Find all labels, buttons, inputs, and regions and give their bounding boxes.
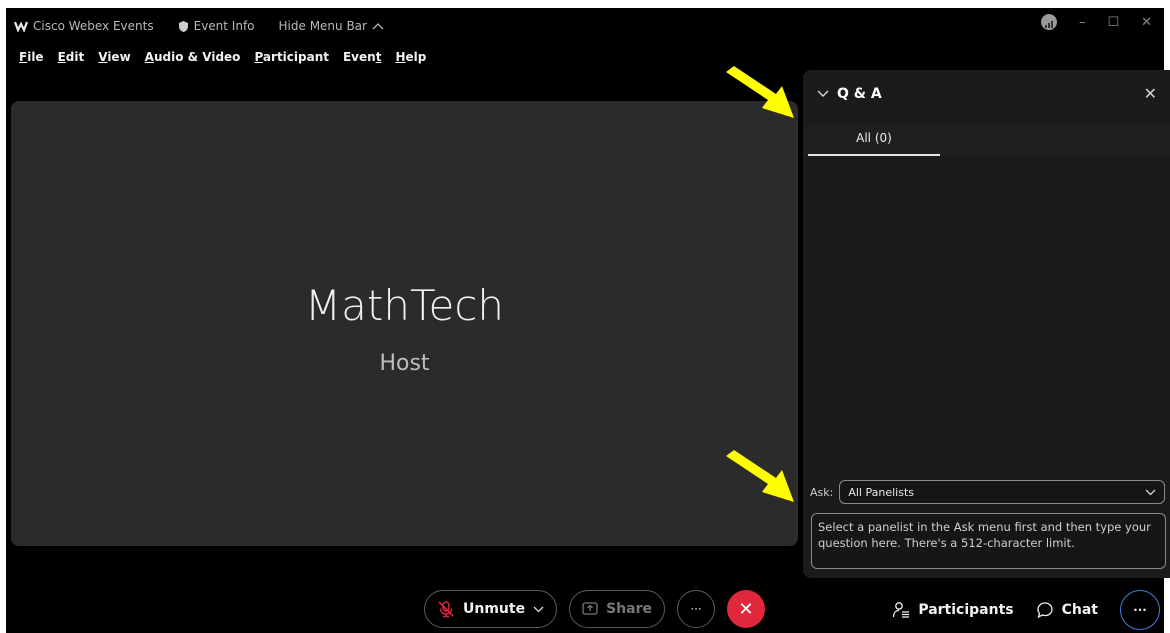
- participants-icon: [893, 602, 910, 618]
- menu-file[interactable]: File: [19, 50, 44, 64]
- menu-audio-video[interactable]: Audio & Video: [145, 50, 241, 64]
- presenter-name: MathTech: [304, 281, 505, 330]
- participants-button[interactable]: Participants: [892, 601, 1014, 619]
- qa-title: Q & A: [837, 86, 882, 102]
- chevron-down-icon[interactable]: [533, 606, 544, 613]
- chevron-down-icon: [817, 90, 829, 97]
- event-info-label: Event Info: [193, 19, 255, 33]
- ask-label: Ask:: [810, 485, 834, 499]
- menu-bar: File Edit View Audio & Video Participant…: [19, 50, 426, 64]
- panel-controls: Participants Chat ···: [892, 590, 1160, 630]
- share-label: Share: [606, 601, 652, 617]
- menu-participant[interactable]: Participant: [254, 50, 329, 64]
- maximize-button[interactable]: ☐: [1107, 15, 1119, 30]
- chat-button[interactable]: Chat: [1036, 601, 1098, 619]
- participants-label: Participants: [918, 602, 1014, 618]
- app-name: Cisco Webex Events: [33, 19, 154, 33]
- menu-view[interactable]: View: [98, 50, 130, 64]
- hide-menu-bar-label: Hide Menu Bar: [278, 19, 367, 33]
- chat-bubble-icon: [1036, 602, 1053, 619]
- ask-row: Ask: All Panelists: [810, 480, 1165, 504]
- network-stats-icon[interactable]: [1040, 14, 1057, 30]
- chevron-up-icon: [372, 23, 384, 30]
- leave-meeting-button[interactable]: ✕: [726, 590, 765, 628]
- menu-edit[interactable]: Edit: [58, 50, 85, 64]
- minimize-button[interactable]: –: [1079, 15, 1086, 30]
- more-options-button[interactable]: ···: [676, 590, 715, 628]
- muted-microphone-icon: [438, 601, 454, 618]
- annotation-arrow-ask-menu: [726, 450, 794, 502]
- app-title: Cisco Webex Events: [14, 19, 154, 33]
- unmute-label: Unmute: [463, 601, 526, 617]
- qa-panel: Q & A ✕ All (0) Ask: All Panelists Selec…: [803, 70, 1170, 578]
- event-info-button[interactable]: Event Info: [178, 19, 255, 33]
- ask-selected-value: All Panelists: [848, 485, 914, 499]
- close-window-button[interactable]: ✕: [1141, 15, 1152, 30]
- qa-close-button[interactable]: ✕: [1144, 84, 1157, 103]
- window-controls: – ☐ ✕: [1040, 14, 1152, 30]
- menu-help[interactable]: Help: [395, 50, 426, 64]
- shield-icon: [178, 20, 188, 32]
- ask-panelist-select[interactable]: All Panelists: [839, 480, 1165, 504]
- qa-header[interactable]: Q & A: [817, 86, 882, 102]
- hide-menu-bar-button[interactable]: Hide Menu Bar: [279, 19, 384, 33]
- webex-logo-icon: [14, 21, 28, 32]
- unmute-button[interactable]: Unmute: [424, 590, 558, 628]
- share-screen-icon: [582, 602, 598, 615]
- chevron-down-icon: [1145, 489, 1156, 495]
- tab-all[interactable]: All (0): [808, 126, 940, 156]
- presenter-role: Host: [379, 351, 430, 376]
- chat-label: Chat: [1061, 602, 1098, 618]
- overflow-menu-button[interactable]: ···: [1120, 590, 1160, 630]
- title-bar: Cisco Webex Events Event Info Hide Menu …: [14, 16, 408, 36]
- annotation-arrow-qa-header: [726, 66, 794, 118]
- meeting-controls: Unmute Share ··· ✕: [424, 590, 765, 628]
- question-input[interactable]: Select a panelist in the Ask menu first …: [811, 513, 1166, 569]
- video-stage: MathTech Host: [11, 101, 798, 546]
- menu-event[interactable]: Event: [343, 50, 381, 64]
- share-button[interactable]: Share: [569, 590, 665, 628]
- qa-tab-bar: All (0): [803, 126, 1170, 156]
